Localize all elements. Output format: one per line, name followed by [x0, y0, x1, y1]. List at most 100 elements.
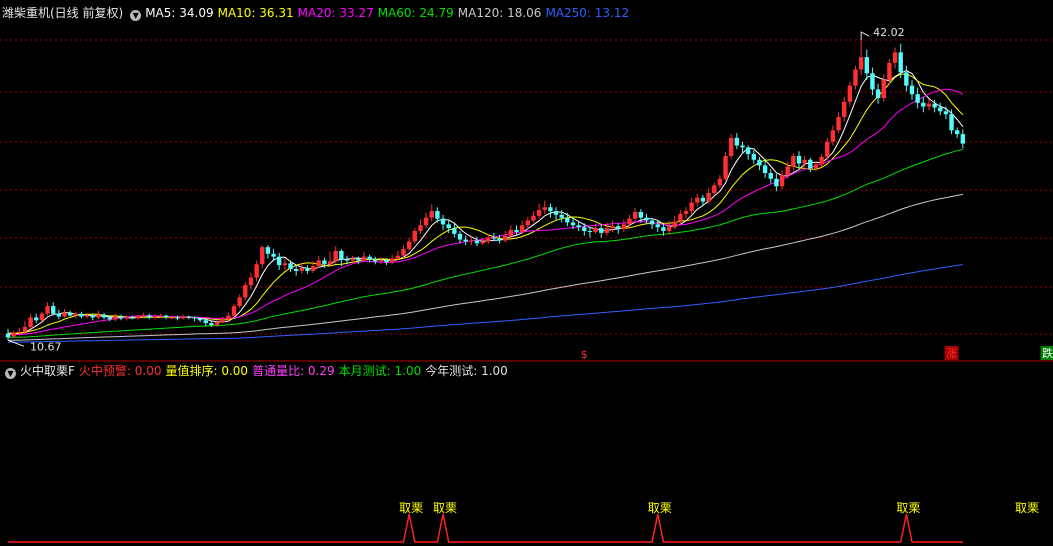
candle-body	[864, 57, 869, 74]
candle-body	[480, 241, 485, 244]
ma20-label: MA20: 33.27	[297, 6, 374, 20]
signal-label: 取栗	[648, 501, 672, 515]
candle-body	[339, 250, 344, 260]
candle-body	[712, 185, 717, 193]
indicator-title[interactable]: 火中取栗F	[20, 364, 75, 378]
candle-body	[243, 285, 248, 298]
candle-body	[553, 211, 559, 215]
dollar-marker: $	[581, 348, 588, 361]
candle-body	[616, 226, 621, 230]
indicator-header: ▼ 火中取栗F 火中预警: 0.00 量值排序: 0.00 普通量比: 0.29 本月测试…	[2, 363, 512, 379]
ma60-label: MA60: 24.79	[377, 6, 454, 20]
month-test-label: 本月测试: 1.00	[338, 364, 422, 378]
candle-body	[147, 315, 152, 318]
candle-body	[559, 214, 564, 218]
candle-body	[101, 314, 107, 318]
candle-body	[327, 261, 333, 265]
candle-body	[491, 237, 497, 239]
candle-body	[678, 213, 683, 222]
candle-body	[892, 52, 898, 63]
candle-body	[774, 178, 779, 187]
candle-body	[401, 249, 406, 256]
candle-body	[11, 332, 16, 337]
candle-body	[802, 159, 807, 164]
candle-body	[384, 260, 389, 263]
candle-body	[463, 239, 468, 242]
candle-body	[192, 317, 197, 319]
candle-body	[67, 312, 73, 316]
candle-body	[469, 240, 474, 242]
candle-body	[847, 85, 853, 102]
candle-body	[717, 178, 723, 186]
candle-body	[621, 224, 627, 230]
candle-body	[90, 315, 95, 318]
candle-body	[107, 317, 112, 320]
candle-body	[915, 94, 920, 103]
candle-body	[791, 155, 796, 167]
candle-body	[5, 333, 11, 338]
candle-body	[932, 103, 937, 108]
ma250-label: MA250: 13.12	[545, 6, 630, 20]
candle-body	[51, 306, 56, 314]
candle-body	[435, 211, 440, 219]
candle-body	[22, 326, 28, 332]
kline-chart: 42.0210.67$涨跌取栗取栗取栗取栗取栗取栗	[0, 26, 1053, 543]
candle-body	[118, 316, 124, 319]
signal-label: 取栗	[896, 501, 920, 515]
indicator-dropdown-icon[interactable]: ▼	[5, 368, 16, 379]
candle-body	[587, 231, 593, 232]
candle-body	[186, 316, 191, 318]
candle-body	[655, 224, 660, 228]
candle-body	[627, 218, 632, 225]
candle-body	[514, 230, 519, 232]
candle-body	[926, 103, 932, 107]
fire-warning-label: 火中预警: 0.00	[78, 364, 162, 378]
candle-body	[666, 227, 672, 231]
candle-body	[418, 225, 423, 231]
volume-rank-label: 量值排序: 0.00	[165, 364, 249, 378]
candle-body	[457, 233, 463, 240]
candle-body	[508, 230, 514, 236]
candle-body	[288, 263, 293, 269]
candle-body	[649, 220, 655, 225]
candle-body	[706, 193, 711, 202]
candle-body	[898, 52, 903, 73]
high-pointer	[860, 31, 870, 41]
candle-body	[333, 250, 338, 262]
candle-body	[582, 227, 587, 231]
ma120-label: MA120: 18.06	[457, 6, 542, 20]
candle-body	[729, 137, 734, 156]
candle-body	[316, 260, 321, 267]
candle-body	[830, 130, 836, 142]
candle-body	[796, 155, 802, 164]
settings-dropdown-icon[interactable]: ▼	[130, 10, 142, 21]
candle-body	[209, 323, 214, 326]
candle-body	[423, 217, 429, 226]
candle-body	[169, 317, 175, 319]
candle-body	[853, 69, 858, 86]
candle-body	[486, 237, 491, 242]
candle-body	[825, 141, 830, 157]
signal-label: 取栗	[1015, 501, 1039, 515]
candle-body	[610, 226, 615, 229]
candle-body	[943, 111, 949, 115]
chart-window: 42.0210.67$涨跌取栗取栗取栗取栗取栗取栗 潍柴重机(日线 前复权)▼M…	[0, 0, 1053, 546]
candle-body	[429, 211, 434, 218]
ma-line-ma10	[8, 73, 964, 334]
candle-body	[938, 107, 943, 112]
candle-body	[265, 247, 271, 254]
candle-body	[231, 306, 237, 316]
candle-body	[661, 227, 666, 231]
candle-body	[921, 102, 926, 107]
candle-body	[271, 253, 276, 257]
candle-body	[214, 322, 220, 326]
candle-body	[56, 313, 62, 317]
candle-body	[734, 137, 740, 146]
candle-body	[757, 159, 762, 166]
candle-body	[344, 259, 350, 261]
ma-line-ma20	[7, 88, 964, 336]
candle-body	[683, 211, 689, 214]
candle-body	[632, 212, 638, 219]
candle-body	[819, 156, 824, 165]
candle-body	[813, 164, 819, 169]
